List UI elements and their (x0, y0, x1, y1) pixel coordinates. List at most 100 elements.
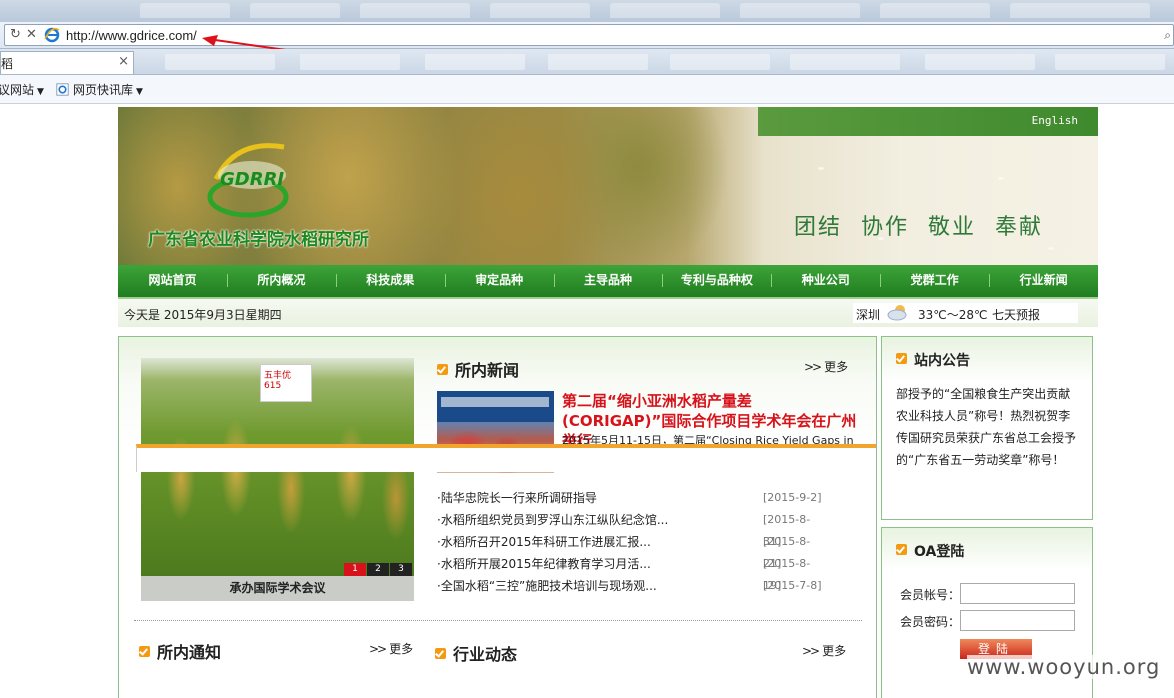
window-title-strip (0, 0, 1174, 22)
list-item[interactable]: ·水稻所开展2015年纪律教育学习月活... [2015-8-19] (437, 553, 827, 592)
password-input[interactable] (960, 610, 1075, 631)
slide-pager: 1 2 3 (343, 563, 412, 576)
nav-seed-company[interactable]: 种业公司 (771, 265, 880, 295)
nav-patents[interactable]: 专利与品种权 (662, 265, 771, 295)
background-tab[interactable] (1055, 54, 1165, 70)
section-divider (134, 620, 862, 621)
announcement-title: 站内公告 (896, 350, 970, 370)
ie-logo-icon (44, 27, 60, 43)
nav-party-work[interactable]: 党群工作 (880, 265, 989, 295)
logo-text: GDRRI (220, 169, 284, 190)
industry-more-link[interactable]: >> 更多 (802, 642, 846, 659)
cloudy-icon (887, 305, 907, 321)
refresh-icon[interactable]: ↻ (10, 27, 21, 42)
weather-city: 深圳 (856, 308, 881, 322)
background-tab[interactable] (548, 54, 648, 70)
gdrri-logo-icon: GDRRI (207, 143, 289, 218)
background-tab[interactable] (250, 3, 340, 18)
list-item[interactable]: ·全国水稻“三控”施肥技术培训与现场观... [2015-7-8] (437, 575, 827, 597)
section-check-icon (437, 364, 448, 375)
main-panel: 五丰优 615 1 2 3 承办国际学术会议 所内新闻 >> 更多 第二届“缩小亚… (118, 336, 877, 698)
ie-page-icon (56, 83, 69, 96)
date-bar: 今天是 2015年9月3日星期四 深圳 33℃～28℃ 七天预报 (118, 299, 1098, 327)
main-nav: 网站首页 所内概况 科技成果 审定品种 主导品种 专利与品种权 种业公司 党群工… (118, 265, 1098, 299)
news-section-title: 所内新闻 (437, 357, 519, 381)
background-tab[interactable] (360, 3, 470, 18)
list-item[interactable]: ·水稻所组织党员到罗浮山东江纵队纪念馆... [2015-8-31] (437, 509, 827, 548)
watermark: www.wooyun.org (967, 655, 1161, 679)
lower-content-box (136, 444, 876, 472)
section-check-icon (435, 648, 446, 659)
tab-title: 稻 (1, 57, 14, 71)
notice-more-link[interactable]: >> 更多 (369, 640, 413, 657)
stop-icon[interactable]: ✕ (26, 27, 37, 42)
weather-forecast-link[interactable]: 七天预报 (992, 306, 1040, 323)
password-label: 会员密码： (900, 615, 961, 629)
field-sign: 五丰优 615 (260, 364, 312, 402)
list-item[interactable]: ·水稻所召开2015年科研工作进展汇报... [2015-8-21] (437, 531, 827, 570)
tab-current[interactable]: 稻 × (0, 51, 134, 74)
industry-section-title: 行业动态 (435, 641, 517, 665)
background-tab[interactable] (1010, 3, 1150, 18)
rice-grain (1048, 247, 1054, 250)
announcement-text: 部授予的“全国粮食生产突出贡献农业科技人员”称号！热烈祝贺李传国研究员荣获广东省… (896, 387, 1077, 467)
news-more-link[interactable]: >> 更多 (804, 358, 848, 375)
background-tab[interactable] (610, 3, 720, 18)
tab-bar: 稻 × (0, 49, 1174, 75)
background-tab[interactable] (165, 54, 275, 70)
background-tab[interactable] (925, 54, 1035, 70)
background-tab[interactable] (740, 3, 860, 18)
section-check-icon (139, 646, 150, 657)
address-field[interactable]: ↻ ✕ http://www.gdrice.com/ ⌕ (4, 24, 1174, 46)
search-dropdown-icon[interactable]: ⌕ (1164, 28, 1171, 43)
slide-dot-2[interactable]: 2 (367, 563, 389, 576)
rice-grain (998, 177, 1004, 180)
nav-industry-news[interactable]: 行业新闻 (989, 265, 1098, 295)
chevron-down-icon: ▼ (37, 87, 44, 97)
double-chevron-icon: >> (802, 644, 820, 658)
announcement-panel: 站内公告 部授予的“全国粮食生产突出贡献农业科技人员”称号！热烈祝贺李传国研究员… (881, 336, 1093, 520)
weather-widget: 深圳 33℃～28℃ 七天预报 (853, 303, 1078, 323)
background-tab[interactable] (425, 54, 525, 70)
institute-name: 广东省农业科学院水稻研究所 (148, 230, 369, 250)
tab-close-icon[interactable]: × (118, 54, 129, 69)
notice-section-title: 所内通知 (139, 639, 221, 663)
photo-caption[interactable]: 承办国际学术会议 (141, 576, 414, 601)
english-link[interactable]: English (1032, 114, 1078, 127)
account-label: 会员帐号： (900, 588, 961, 602)
url-text[interactable]: http://www.gdrice.com/ (66, 28, 197, 43)
background-tab[interactable] (670, 54, 770, 70)
website: English GDRRI 广东省农业科学院水稻研究所 团结 协作 敬业 奉献 … (118, 107, 1098, 698)
today-date: 今天是 2015年9月3日星期四 (124, 308, 282, 322)
conference-banner (441, 397, 549, 407)
section-check-icon (896, 353, 907, 364)
site-banner: English GDRRI 广东省农业科学院水稻研究所 团结 协作 敬业 奉献 (118, 107, 1098, 265)
slogan: 团结 协作 敬业 奉献 (794, 215, 1043, 240)
background-tab[interactable] (140, 3, 230, 18)
favorite-web-slice[interactable]: 网页快讯库 ▼ (56, 81, 143, 98)
account-input[interactable] (960, 583, 1075, 604)
background-tab[interactable] (790, 54, 900, 70)
nav-achievements[interactable]: 科技成果 (335, 265, 445, 295)
list-item[interactable]: ·陆华忠院长一行来所调研指导 [2015-9-2] (437, 487, 827, 509)
double-chevron-icon: >> (369, 642, 387, 656)
rice-grain (818, 167, 824, 170)
background-tab[interactable] (490, 3, 590, 18)
background-tab[interactable] (880, 3, 990, 18)
address-bar: ↻ ✕ http://www.gdrice.com/ ⌕ (0, 22, 1174, 49)
favorite-suggested-sites[interactable]: 议网站 ▼ (0, 81, 44, 98)
weather-temp: 33℃～28℃ (918, 308, 988, 322)
background-tab[interactable] (300, 54, 400, 70)
nav-home[interactable]: 网站首页 (118, 265, 227, 295)
chevron-down-icon: ▼ (136, 87, 143, 97)
news-list: ·陆华忠院长一行来所调研指导 [2015-9-2] ·水稻所组织党员到罗浮山东江纵… (437, 487, 827, 597)
slide-dot-3[interactable]: 3 (390, 563, 412, 576)
nav-approved-varieties[interactable]: 审定品种 (444, 265, 554, 295)
slide-dot-1[interactable]: 1 (344, 563, 366, 576)
nav-about[interactable]: 所内概况 (226, 265, 336, 295)
favorites-bar: 议网站 ▼ 网页快讯库 ▼ (0, 75, 1174, 104)
double-chevron-icon: >> (804, 360, 822, 374)
section-check-icon (896, 544, 907, 555)
oa-login-title: OA登陆 (896, 541, 964, 561)
nav-leading-varieties[interactable]: 主导品种 (553, 265, 663, 295)
